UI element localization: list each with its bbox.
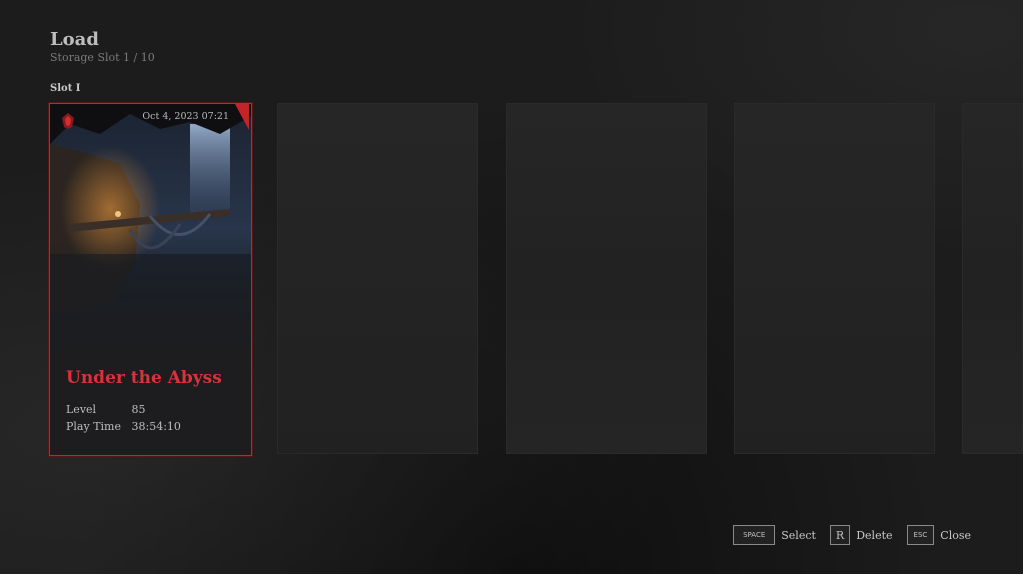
character-emblem-icon [62,113,74,129]
level-value: 85 [131,403,146,416]
select-hint: Select [781,528,816,542]
selected-flag-icon [235,104,249,130]
empty-save-slot[interactable] [506,103,707,454]
esc-key[interactable]: ESC [906,525,935,545]
playtime-label: Play Time [66,420,121,433]
load-screen: Load Storage Slot 1 / 10 Slot I Oct 4, 2… [0,0,1023,574]
playtime-row: Play Time 38:54:10 [66,420,181,433]
save-date: Oct 4, 2023 07:21 [142,111,229,122]
slot-label: Slot I [50,83,81,94]
page-title: Load [50,29,99,50]
empty-save-slot[interactable] [962,103,1023,454]
playtime-value: 38:54:10 [131,420,181,433]
save-thumbnail [50,104,251,354]
storage-slot-indicator: Storage Slot 1 / 10 [50,51,155,64]
save-slot-card[interactable]: Oct 4, 2023 07:21 Under the Abyss Level … [49,103,252,456]
r-key[interactable]: R [829,525,851,545]
delete-hint: Delete [856,528,893,542]
level-row: Level 85 [66,403,146,416]
save-name: Under the Abyss [66,368,222,388]
empty-save-slot[interactable] [734,103,935,454]
level-label: Level [66,403,97,416]
space-key[interactable]: SPACE [733,525,776,545]
close-hint: Close [940,528,971,542]
control-hints: SPACE Select R Delete ESC Close [725,525,971,545]
empty-save-slot[interactable] [277,103,478,454]
